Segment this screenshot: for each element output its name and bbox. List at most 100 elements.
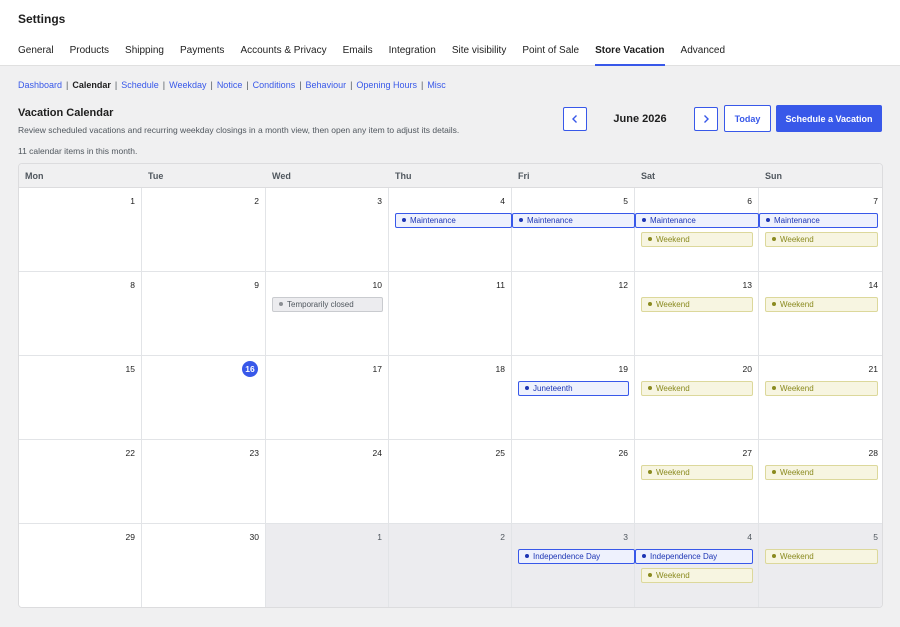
day-cell[interactable]: 20 bbox=[635, 356, 759, 440]
day-cell[interactable]: 8 bbox=[19, 272, 142, 356]
calendar-event[interactable]: Weekend bbox=[641, 568, 753, 583]
calendar-event[interactable]: Weekend bbox=[765, 549, 878, 564]
tab-advanced[interactable]: Advanced bbox=[681, 45, 725, 66]
subnav-conditions[interactable]: Conditions bbox=[253, 80, 296, 90]
today-button[interactable]: Today bbox=[724, 105, 771, 132]
subnav-dashboard[interactable]: Dashboard bbox=[18, 80, 62, 90]
day-number: 30 bbox=[249, 532, 259, 542]
event-dot-icon bbox=[519, 217, 523, 222]
subnav-notice[interactable]: Notice bbox=[217, 80, 243, 90]
day-cell[interactable]: 19 bbox=[512, 356, 635, 440]
day-cell[interactable]: 5 bbox=[512, 188, 635, 272]
subnav-calendar[interactable]: Calendar bbox=[72, 80, 111, 90]
day-cell[interactable]: 7 bbox=[759, 188, 882, 272]
tab-integration[interactable]: Integration bbox=[389, 45, 436, 66]
next-month-button[interactable] bbox=[694, 107, 718, 131]
day-cell[interactable]: 5 bbox=[759, 524, 882, 607]
day-cell[interactable]: 3 bbox=[266, 188, 389, 272]
day-number: 18 bbox=[495, 364, 505, 374]
schedule-vacation-button[interactable]: Schedule a Vacation bbox=[776, 105, 882, 132]
calendar-event[interactable]: Weekend bbox=[765, 381, 878, 396]
tab-shipping[interactable]: Shipping bbox=[125, 45, 164, 66]
day-cell[interactable]: 12 bbox=[512, 272, 635, 356]
day-cell[interactable]: 16 bbox=[142, 356, 266, 440]
prev-month-button[interactable] bbox=[563, 107, 587, 131]
calendar-event[interactable]: Weekend bbox=[765, 465, 878, 480]
tab-point-of-sale[interactable]: Point of Sale bbox=[522, 45, 579, 66]
weekday-tue: Tue bbox=[148, 171, 164, 181]
event-dot-icon bbox=[766, 217, 770, 222]
day-cell[interactable]: 6 bbox=[635, 188, 759, 272]
tab-general[interactable]: General bbox=[18, 45, 54, 66]
day-cell[interactable]: 27 bbox=[635, 440, 759, 524]
day-cell[interactable]: 3 bbox=[512, 524, 635, 607]
calendar-event[interactable]: Weekend bbox=[765, 297, 878, 312]
calendar-event[interactable]: Maintenance bbox=[512, 213, 635, 228]
day-cell[interactable]: 22 bbox=[19, 440, 142, 524]
calendar-event[interactable]: Independence Day bbox=[518, 549, 635, 564]
event-dot-icon bbox=[525, 385, 529, 390]
day-cell[interactable]: 2 bbox=[389, 524, 512, 607]
event-label: Maintenance bbox=[410, 216, 456, 225]
day-cell[interactable]: 28 bbox=[759, 440, 882, 524]
weekday-thu: Thu bbox=[395, 171, 412, 181]
calendar-event[interactable]: Maintenance bbox=[759, 213, 878, 228]
day-cell[interactable]: 13 bbox=[635, 272, 759, 356]
subnav-schedule[interactable]: Schedule bbox=[121, 80, 159, 90]
day-cell[interactable]: 17 bbox=[266, 356, 389, 440]
day-cell[interactable]: 10 bbox=[266, 272, 389, 356]
day-cell[interactable]: 15 bbox=[19, 356, 142, 440]
tab-site-visibility[interactable]: Site visibility bbox=[452, 45, 506, 66]
day-cell[interactable]: 1 bbox=[19, 188, 142, 272]
day-cell[interactable]: 25 bbox=[389, 440, 512, 524]
day-cell[interactable]: 2 bbox=[142, 188, 266, 272]
weekday-sat: Sat bbox=[641, 171, 656, 181]
calendar-event[interactable]: Maintenance bbox=[635, 213, 759, 228]
event-dot-icon bbox=[648, 385, 652, 390]
day-cell[interactable]: 26 bbox=[512, 440, 635, 524]
calendar-event[interactable]: Independence Day bbox=[635, 549, 753, 564]
tab-payments[interactable]: Payments bbox=[180, 45, 224, 66]
day-cell[interactable]: 29 bbox=[19, 524, 142, 607]
subnav-misc[interactable]: Misc bbox=[427, 80, 446, 90]
event-dot-icon bbox=[772, 469, 776, 474]
day-cell[interactable]: 4 bbox=[389, 188, 512, 272]
event-label: Weekend bbox=[780, 384, 814, 393]
day-cell[interactable]: 1 bbox=[266, 524, 389, 607]
tab-accounts-privacy[interactable]: Accounts & Privacy bbox=[240, 45, 326, 66]
calendar-event[interactable]: Weekend bbox=[765, 232, 878, 247]
day-cell[interactable]: 14 bbox=[759, 272, 882, 356]
event-label: Weekend bbox=[780, 235, 814, 244]
subnav-weekday[interactable]: Weekday bbox=[169, 80, 206, 90]
calendar-event[interactable]: Weekend bbox=[641, 381, 753, 396]
subnav-separator: | bbox=[246, 80, 249, 90]
day-cell[interactable]: 30 bbox=[142, 524, 266, 607]
day-cell[interactable]: 11 bbox=[389, 272, 512, 356]
weekday-sun: Sun bbox=[765, 171, 782, 181]
day-number: 13 bbox=[742, 280, 752, 290]
calendar-event[interactable]: Weekend bbox=[641, 297, 753, 312]
sub-navigation: Dashboard | Calendar | Schedule | Weekday | Noti… bbox=[18, 80, 446, 90]
calendar-event[interactable]: Temporarily closed bbox=[272, 297, 383, 312]
subnav-opening-hours[interactable]: Opening Hours bbox=[356, 80, 417, 90]
subnav-behaviour[interactable]: Behaviour bbox=[306, 80, 347, 90]
day-number: 6 bbox=[747, 196, 752, 206]
tab-store-vacation[interactable]: Store Vacation bbox=[595, 45, 665, 66]
calendar-event[interactable]: Weekend bbox=[641, 232, 753, 247]
calendar-event[interactable]: Weekend bbox=[641, 465, 753, 480]
day-cell[interactable]: 21 bbox=[759, 356, 882, 440]
day-cell[interactable]: 24 bbox=[266, 440, 389, 524]
event-dot-icon bbox=[648, 572, 652, 577]
day-number: 7 bbox=[873, 196, 878, 206]
day-number: 14 bbox=[868, 280, 878, 290]
tab-emails[interactable]: Emails bbox=[343, 45, 373, 66]
day-cell[interactable]: 4 bbox=[635, 524, 759, 607]
tab-products[interactable]: Products bbox=[70, 45, 109, 66]
day-cell[interactable]: 23 bbox=[142, 440, 266, 524]
day-cell[interactable]: 18 bbox=[389, 356, 512, 440]
day-number: 27 bbox=[742, 448, 752, 458]
day-cell[interactable]: 9 bbox=[142, 272, 266, 356]
calendar-event[interactable]: Juneteenth bbox=[518, 381, 629, 396]
day-number: 5 bbox=[623, 196, 628, 206]
calendar-event[interactable]: Maintenance bbox=[395, 213, 512, 228]
